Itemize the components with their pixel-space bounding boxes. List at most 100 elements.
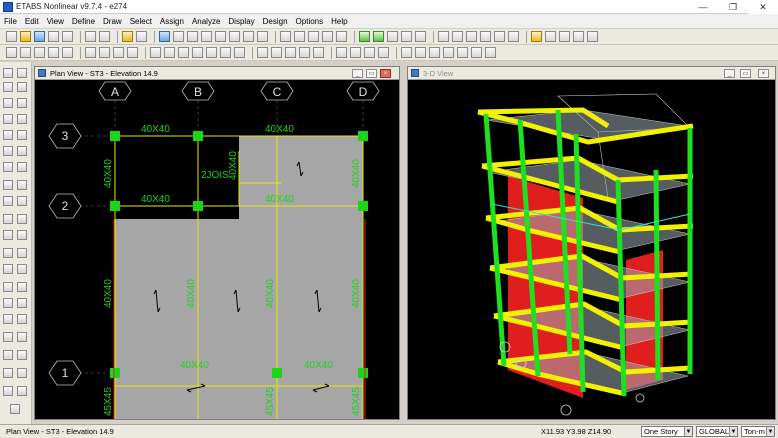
deformed-shape-icon[interactable] bbox=[480, 31, 491, 42]
snap-fine-icon[interactable] bbox=[17, 298, 27, 308]
menu-options[interactable]: Options bbox=[296, 17, 324, 26]
draw-area-icon[interactable] bbox=[34, 47, 45, 58]
snap-points-icon[interactable] bbox=[401, 47, 412, 58]
print-preview-icon[interactable] bbox=[62, 31, 73, 42]
steel-design-icon[interactable] bbox=[545, 31, 556, 42]
draw-secondary-beam-icon[interactable] bbox=[3, 130, 13, 140]
snap-joints-icon[interactable] bbox=[17, 248, 27, 258]
replicate-icon[interactable] bbox=[3, 350, 13, 360]
draw-brace-icon[interactable] bbox=[17, 98, 27, 108]
snap-midpoint-icon[interactable] bbox=[3, 264, 13, 274]
draw-column-icon[interactable] bbox=[17, 114, 27, 124]
select-pointer-icon[interactable] bbox=[3, 68, 13, 78]
view-yz-icon[interactable] bbox=[322, 31, 333, 42]
assign-shell-icon[interactable] bbox=[164, 47, 175, 58]
draw-joint-icon[interactable] bbox=[3, 82, 13, 92]
energy-diagram-icon[interactable] bbox=[378, 47, 389, 58]
story-select[interactable]: One Story ▼ bbox=[641, 426, 693, 437]
snap-lines-icon[interactable] bbox=[457, 47, 468, 58]
object-shrink-icon[interactable] bbox=[415, 31, 426, 42]
perspective-icon[interactable] bbox=[387, 31, 398, 42]
reference-point-icon[interactable] bbox=[127, 47, 138, 58]
pointer-icon[interactable] bbox=[173, 31, 184, 42]
draw-lines-icon[interactable] bbox=[3, 98, 13, 108]
units-select[interactable]: Ton-m ▼ bbox=[741, 426, 775, 437]
join-icon[interactable] bbox=[3, 368, 13, 378]
snap-perp-icon[interactable] bbox=[3, 282, 13, 292]
minimize-button[interactable]: — bbox=[688, 0, 718, 14]
view-3d-restore-button[interactable]: ▭ bbox=[740, 69, 751, 78]
trim-icon[interactable] bbox=[17, 368, 27, 378]
snap-ends-icon[interactable] bbox=[415, 47, 426, 58]
draw-floor-icon[interactable] bbox=[3, 146, 13, 156]
view-3d-canvas[interactable] bbox=[408, 80, 775, 419]
clear-left-icon[interactable] bbox=[3, 248, 13, 258]
move-down-icon[interactable] bbox=[373, 31, 384, 42]
draw-opening-icon[interactable] bbox=[62, 47, 73, 58]
draw-rect-area-icon[interactable] bbox=[17, 146, 27, 156]
draw-dimension-icon[interactable] bbox=[17, 180, 27, 190]
plan-close-button[interactable]: × bbox=[380, 69, 391, 78]
draw-section-icon[interactable] bbox=[3, 180, 13, 190]
previous-selection-icon[interactable] bbox=[299, 47, 310, 58]
plan-canvas[interactable]: A B C D 3 2 1 40X40 40X40 40X40 40X40 40… bbox=[35, 80, 399, 419]
concrete-design-icon[interactable] bbox=[559, 31, 570, 42]
snap-intersect-icon[interactable] bbox=[429, 47, 440, 58]
menu-view[interactable]: View bbox=[47, 17, 64, 26]
show-loads-icon[interactable] bbox=[508, 31, 519, 42]
draw-ref-line-icon[interactable] bbox=[3, 196, 13, 206]
snap-intersections-icon[interactable] bbox=[17, 264, 27, 274]
align-icon[interactable] bbox=[17, 332, 27, 342]
run-analysis-icon[interactable] bbox=[159, 31, 170, 42]
clear-selection-icon[interactable] bbox=[313, 47, 324, 58]
reshape-icon[interactable] bbox=[17, 68, 27, 78]
plan-view-window[interactable]: Plan View - ST3 - Elevation 14.9 _ ▭ × A… bbox=[34, 66, 400, 420]
draw-quick-area-icon[interactable] bbox=[3, 162, 13, 172]
snap-line-ext-icon[interactable] bbox=[17, 282, 27, 292]
display-options-icon[interactable] bbox=[452, 31, 463, 42]
undo-icon[interactable] bbox=[85, 31, 96, 42]
show-all-icon[interactable] bbox=[10, 404, 20, 414]
dimension-icon[interactable] bbox=[113, 47, 124, 58]
zoom-in-icon[interactable] bbox=[201, 31, 212, 42]
maximize-button[interactable]: ❐ bbox=[718, 0, 748, 14]
zoom-out-icon[interactable] bbox=[215, 31, 226, 42]
draw-frame-icon[interactable] bbox=[17, 82, 27, 92]
story-response-icon[interactable] bbox=[350, 47, 361, 58]
assign-joint-icon[interactable] bbox=[178, 47, 189, 58]
view-xy-icon[interactable] bbox=[294, 31, 305, 42]
divide-icon[interactable] bbox=[17, 314, 27, 324]
move-up-icon[interactable] bbox=[359, 31, 370, 42]
draw-line-icon[interactable] bbox=[20, 47, 31, 58]
menu-edit[interactable]: Edit bbox=[25, 17, 39, 26]
pan-icon[interactable] bbox=[257, 31, 268, 42]
pier-label-icon[interactable] bbox=[234, 47, 245, 58]
plan-minimize-button[interactable]: _ bbox=[352, 69, 363, 78]
menu-draw[interactable]: Draw bbox=[103, 17, 122, 26]
section-cut-icon[interactable] bbox=[99, 47, 110, 58]
snap-fine-grid-icon[interactable] bbox=[471, 47, 482, 58]
view-3d-close-button[interactable]: × bbox=[758, 69, 769, 78]
menu-help[interactable]: Help bbox=[331, 17, 347, 26]
open-file-icon[interactable] bbox=[20, 31, 31, 42]
coord-system-select[interactable]: GLOBAL ▼ bbox=[696, 426, 738, 437]
redo-icon[interactable] bbox=[99, 31, 110, 42]
menu-select[interactable]: Select bbox=[130, 17, 152, 26]
text-tool-icon[interactable] bbox=[257, 47, 268, 58]
close-button[interactable]: ✕ bbox=[748, 0, 778, 14]
assign-load-icon[interactable] bbox=[206, 47, 217, 58]
table-display-icon[interactable] bbox=[364, 47, 375, 58]
menu-assign[interactable]: Assign bbox=[160, 17, 184, 26]
move-joint-icon[interactable] bbox=[3, 386, 13, 396]
get-previous-icon[interactable] bbox=[17, 230, 27, 240]
draw-wall-icon[interactable] bbox=[48, 47, 59, 58]
snap-icon[interactable] bbox=[438, 31, 449, 42]
refresh-icon[interactable] bbox=[122, 31, 133, 42]
menu-file[interactable]: File bbox=[4, 17, 17, 26]
snap-options-icon[interactable] bbox=[485, 47, 496, 58]
plan-restore-button[interactable]: ▭ bbox=[366, 69, 377, 78]
view-3d-icon[interactable] bbox=[280, 31, 291, 42]
new-file-icon[interactable] bbox=[6, 31, 17, 42]
select-all-left-icon[interactable] bbox=[3, 230, 13, 240]
frame-forces-icon[interactable] bbox=[466, 31, 477, 42]
